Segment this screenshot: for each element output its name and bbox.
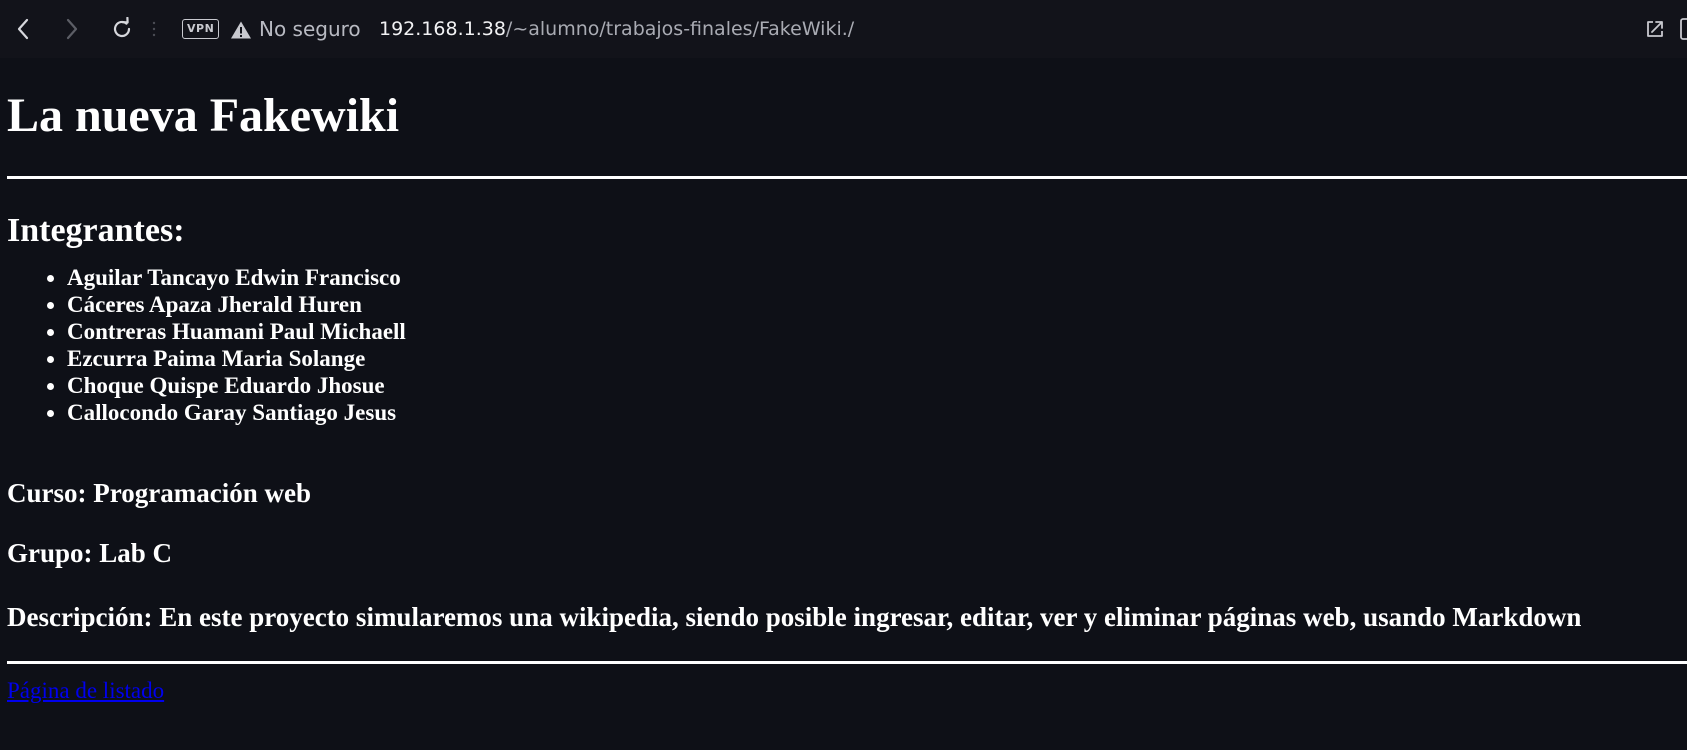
url-host: 192.168.1.38	[379, 18, 506, 40]
back-button[interactable]	[8, 14, 38, 44]
list-item: Cáceres Apaza Jherald Huren	[67, 291, 406, 318]
vpn-button[interactable]: VPN	[182, 19, 220, 39]
divider-dots	[152, 21, 156, 37]
page-content: La nueva Fakewiki Integrantes: Aguilar T…	[0, 58, 1687, 750]
course-info: Curso: Programación web	[7, 478, 311, 508]
extension-icon[interactable]	[1680, 16, 1687, 42]
divider-bottom	[7, 661, 1687, 664]
url-path: /~alumno/trabajos-finales/FakeWiki./	[505, 18, 855, 40]
description-info: Descripción: En este proyecto simularemo…	[7, 602, 1582, 632]
address-bar[interactable]: 192.168.1.38/~alumno/trabajos-finales/Fa…	[379, 16, 854, 42]
members-heading: Integrantes:	[7, 212, 185, 249]
listing-page-link[interactable]: Página de listado	[7, 677, 164, 705]
page-title: La nueva Fakewiki	[7, 89, 400, 142]
forward-button[interactable]	[57, 14, 87, 44]
share-icon[interactable]	[1643, 17, 1667, 41]
warning-icon[interactable]	[230, 20, 252, 40]
list-item: Callocondo Garay Santiago Jesus	[67, 399, 406, 426]
divider-top	[7, 176, 1687, 179]
chevron-left-icon	[17, 18, 29, 40]
members-list: Aguilar Tancayo Edwin Francisco Cáceres …	[0, 264, 406, 426]
list-item: Choque Quispe Eduardo Jhosue	[67, 372, 406, 399]
security-status-label[interactable]: No seguro	[259, 16, 361, 42]
list-item: Aguilar Tancayo Edwin Francisco	[67, 264, 406, 291]
browser-toolbar: VPN No seguro 192.168.1.38/~alumno/traba…	[0, 0, 1687, 58]
group-info: Grupo: Lab C	[7, 538, 173, 568]
reload-icon	[113, 17, 131, 38]
chevron-right-icon	[66, 18, 78, 40]
reload-button[interactable]	[107, 14, 137, 44]
list-item: Contreras Huamani Paul Michaell	[67, 318, 406, 345]
list-item: Ezcurra Paima Maria Solange	[67, 345, 406, 372]
